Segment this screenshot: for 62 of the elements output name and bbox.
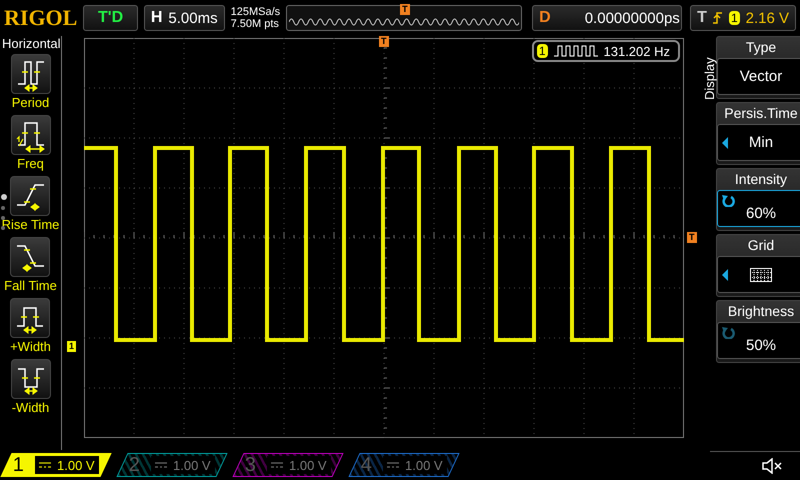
measure-label: Freq	[17, 155, 44, 173]
brand-logo: RIGOL	[4, 6, 78, 30]
option-value-field[interactable]: 50%	[717, 322, 800, 359]
measure-button[interactable]	[10, 298, 50, 338]
measure-label: Fall Time	[4, 277, 57, 295]
pulse-train-icon	[554, 45, 598, 57]
speaker-muted-icon[interactable]	[762, 458, 784, 474]
channel-tab[interactable]: 2 1.00 V	[116, 453, 228, 477]
option-label: Intensity	[734, 170, 788, 189]
menu-option[interactable]: Type Vector	[716, 36, 800, 99]
measure-button[interactable]	[10, 237, 50, 277]
trigger-position-marker: T	[400, 4, 410, 15]
option-label: Persis.Time	[724, 104, 798, 123]
measure-button[interactable]	[10, 54, 50, 94]
measure-button[interactable]	[10, 176, 50, 216]
channel-scale: 1.00 V	[57, 458, 95, 472]
trigger-display[interactable]: T 1 2.16 V	[690, 5, 796, 31]
sample-rate: 125MSa/s	[230, 6, 280, 18]
timebase-display[interactable]: H 5.00ms	[144, 5, 225, 31]
dc-coupling-icon	[39, 462, 51, 468]
measure-button[interactable]	[10, 359, 50, 399]
memory-depth: 7.50M pts	[230, 18, 280, 30]
measure-label: Period	[12, 94, 50, 112]
overview-wave-icon	[289, 16, 520, 28]
menu-title: Horizontal	[1, 36, 61, 51]
measure-label: -Width	[12, 399, 50, 417]
left-arrow-icon	[722, 269, 728, 281]
measure-label: +Width	[10, 338, 51, 356]
channel-scale: 1.00 V	[405, 458, 443, 472]
frequency-value: 131.202 Hz	[604, 44, 670, 58]
measure-button[interactable]	[10, 115, 50, 155]
channel-number: 2	[129, 454, 142, 476]
menu-option[interactable]: Brightness 50%	[716, 300, 800, 363]
option-value-field[interactable]	[717, 256, 800, 293]
menu-option[interactable]: Intensity 60%	[716, 168, 800, 231]
trigger-source: 1	[728, 11, 740, 25]
measure-label: Rise Time	[2, 216, 60, 234]
channel-badge: 1	[536, 44, 548, 58]
channel-offset-marker: 1	[67, 341, 76, 352]
menu-title: Display	[702, 56, 716, 100]
run-status[interactable]: T'D	[83, 5, 138, 31]
option-label: Brightness	[728, 302, 794, 321]
dc-coupling-icon	[387, 462, 399, 468]
dc-coupling-icon	[155, 462, 167, 468]
trigger-level-marker: T	[687, 232, 696, 243]
channel-number: 1	[13, 454, 26, 476]
trigger-position-marker: T	[379, 36, 388, 47]
option-label: Grid	[748, 236, 774, 255]
option-value-field[interactable]: 60%	[717, 190, 800, 227]
channel-scale: 1.00 V	[173, 458, 211, 472]
grid-icon	[750, 268, 772, 282]
delay-display[interactable]: D 0.00000000ps	[532, 5, 682, 31]
menu-option[interactable]: Persis.Time Min	[716, 102, 800, 165]
channel-tab[interactable]: 1 1.00 V	[0, 453, 112, 477]
option-label: Type	[746, 38, 776, 57]
menu-option[interactable]: Grid	[716, 234, 800, 297]
channel-scale: 1.00 V	[289, 458, 327, 472]
option-value-field[interactable]: Vector	[717, 58, 800, 95]
dc-coupling-icon	[271, 462, 283, 468]
rising-edge-icon	[712, 11, 723, 25]
option-value-field[interactable]: Min	[717, 124, 800, 161]
left-arrow-icon	[722, 137, 728, 149]
